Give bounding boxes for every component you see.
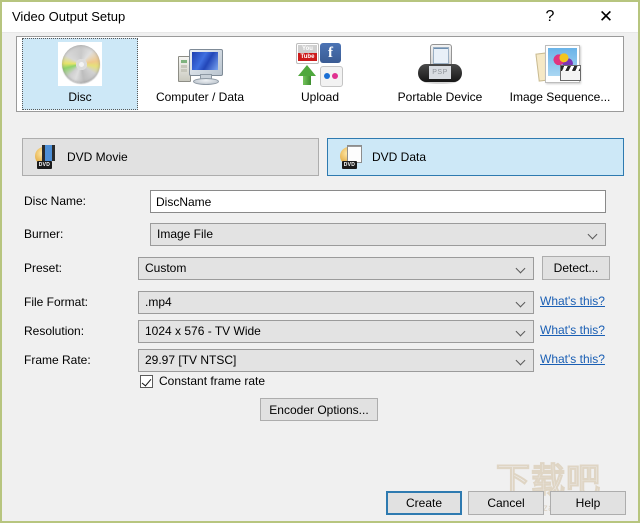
youtube-icon: You Tube <box>296 43 319 64</box>
dvd-movie-icon-tag: DVD <box>37 161 52 169</box>
dvd-movie-button[interactable]: DVD DVD Movie <box>22 138 319 176</box>
disc-name-input[interactable] <box>150 190 606 213</box>
create-button[interactable]: Create <box>386 491 462 515</box>
chevron-down-icon <box>517 357 526 366</box>
video-output-setup-dialog: Video Output Setup ? ✕ Disc Computer / D… <box>0 0 640 523</box>
output-tab-image-sequence[interactable]: Image Sequence... <box>502 38 618 110</box>
file-format-help-link[interactable]: What's this? <box>540 294 605 308</box>
resolution-help-link[interactable]: What's this? <box>540 323 605 337</box>
chevron-down-icon <box>517 265 526 274</box>
resolution-value: 1024 x 576 - TV Wide <box>145 324 261 338</box>
close-window-button[interactable]: ✕ <box>584 2 628 31</box>
file-format-label: File Format: <box>24 295 89 309</box>
output-tab-portable-device-label: Portable Device <box>397 90 483 104</box>
output-tab-disc[interactable]: Disc <box>22 38 138 110</box>
dvd-data-icon-tag: DVD <box>342 161 357 169</box>
dvd-data-button[interactable]: DVD DVD Data <box>327 138 624 176</box>
image-sequence-icon <box>535 42 584 88</box>
frame-rate-value: 29.97 [TV NTSC] <box>145 353 237 367</box>
output-tab-computer-data[interactable]: Computer / Data <box>142 38 258 110</box>
frame-rate-dropdown[interactable]: 29.97 [TV NTSC] <box>138 349 534 372</box>
output-tab-upload[interactable]: You Tube f Upload <box>262 38 378 110</box>
title-bar: Video Output Setup ? ✕ <box>2 2 638 33</box>
title-help-button[interactable]: ? <box>528 2 572 31</box>
encoder-options-button[interactable]: Encoder Options... <box>260 398 378 421</box>
cancel-button[interactable]: Cancel <box>468 491 544 515</box>
output-tab-computer-data-label: Computer / Data <box>155 90 245 104</box>
output-tab-disc-label: Disc <box>68 90 92 104</box>
flickr-icon <box>320 66 343 87</box>
constant-frame-rate-checkbox[interactable]: Constant frame rate <box>140 374 265 388</box>
file-format-dropdown[interactable]: .mp4 <box>138 291 534 314</box>
help-button[interactable]: Help <box>550 491 626 515</box>
youtube-icon-top-text: You <box>298 45 317 53</box>
chevron-down-icon <box>517 328 526 337</box>
dvd-data-icon: DVD <box>340 145 364 169</box>
resolution-dropdown[interactable]: 1024 x 576 - TV Wide <box>138 320 534 343</box>
burner-value: Image File <box>157 227 214 241</box>
preset-dropdown[interactable]: Custom <box>138 257 534 280</box>
compact-disc-icon <box>56 42 104 88</box>
portable-device-icon <box>416 42 464 88</box>
psp-console-icon <box>418 64 462 82</box>
resolution-label: Resolution: <box>24 324 85 338</box>
detect-button[interactable]: Detect... <box>542 256 610 280</box>
output-tab-upload-label: Upload <box>300 90 340 104</box>
chevron-down-icon <box>517 299 526 308</box>
output-tab-image-sequence-label: Image Sequence... <box>509 90 611 104</box>
constant-frame-rate-label: Constant frame rate <box>159 374 266 388</box>
output-type-toolbar: Disc Computer / Data You Tube f Upload P… <box>16 36 624 112</box>
frame-rate-help-link[interactable]: What's this? <box>540 352 605 366</box>
burner-dropdown[interactable]: Image File <box>150 223 606 246</box>
file-format-value: .mp4 <box>145 295 172 309</box>
clapperboard-icon <box>560 65 581 81</box>
chevron-down-icon <box>589 231 598 240</box>
facebook-icon: f <box>320 43 341 63</box>
preset-value: Custom <box>145 261 187 275</box>
checkbox-checked-icon <box>140 374 153 388</box>
dvd-movie-icon: DVD <box>35 145 59 169</box>
upload-arrow-icon <box>298 65 316 85</box>
dvd-data-label: DVD Data <box>372 150 427 164</box>
dvd-movie-label: DVD Movie <box>67 150 128 164</box>
window-title: Video Output Setup <box>12 9 126 24</box>
close-icon: ✕ <box>598 6 614 26</box>
social-upload-icon: You Tube f <box>296 42 344 88</box>
output-tab-portable-device[interactable]: Portable Device <box>382 38 498 110</box>
disc-name-label: Disc Name: <box>24 194 87 208</box>
youtube-icon-bottom-text: Tube <box>298 53 317 61</box>
burner-label: Burner: <box>24 227 64 241</box>
frame-rate-label: Frame Rate: <box>24 353 91 367</box>
preset-label: Preset: <box>24 261 63 275</box>
question-mark-icon: ? <box>545 7 555 25</box>
desktop-computer-icon <box>176 42 224 88</box>
